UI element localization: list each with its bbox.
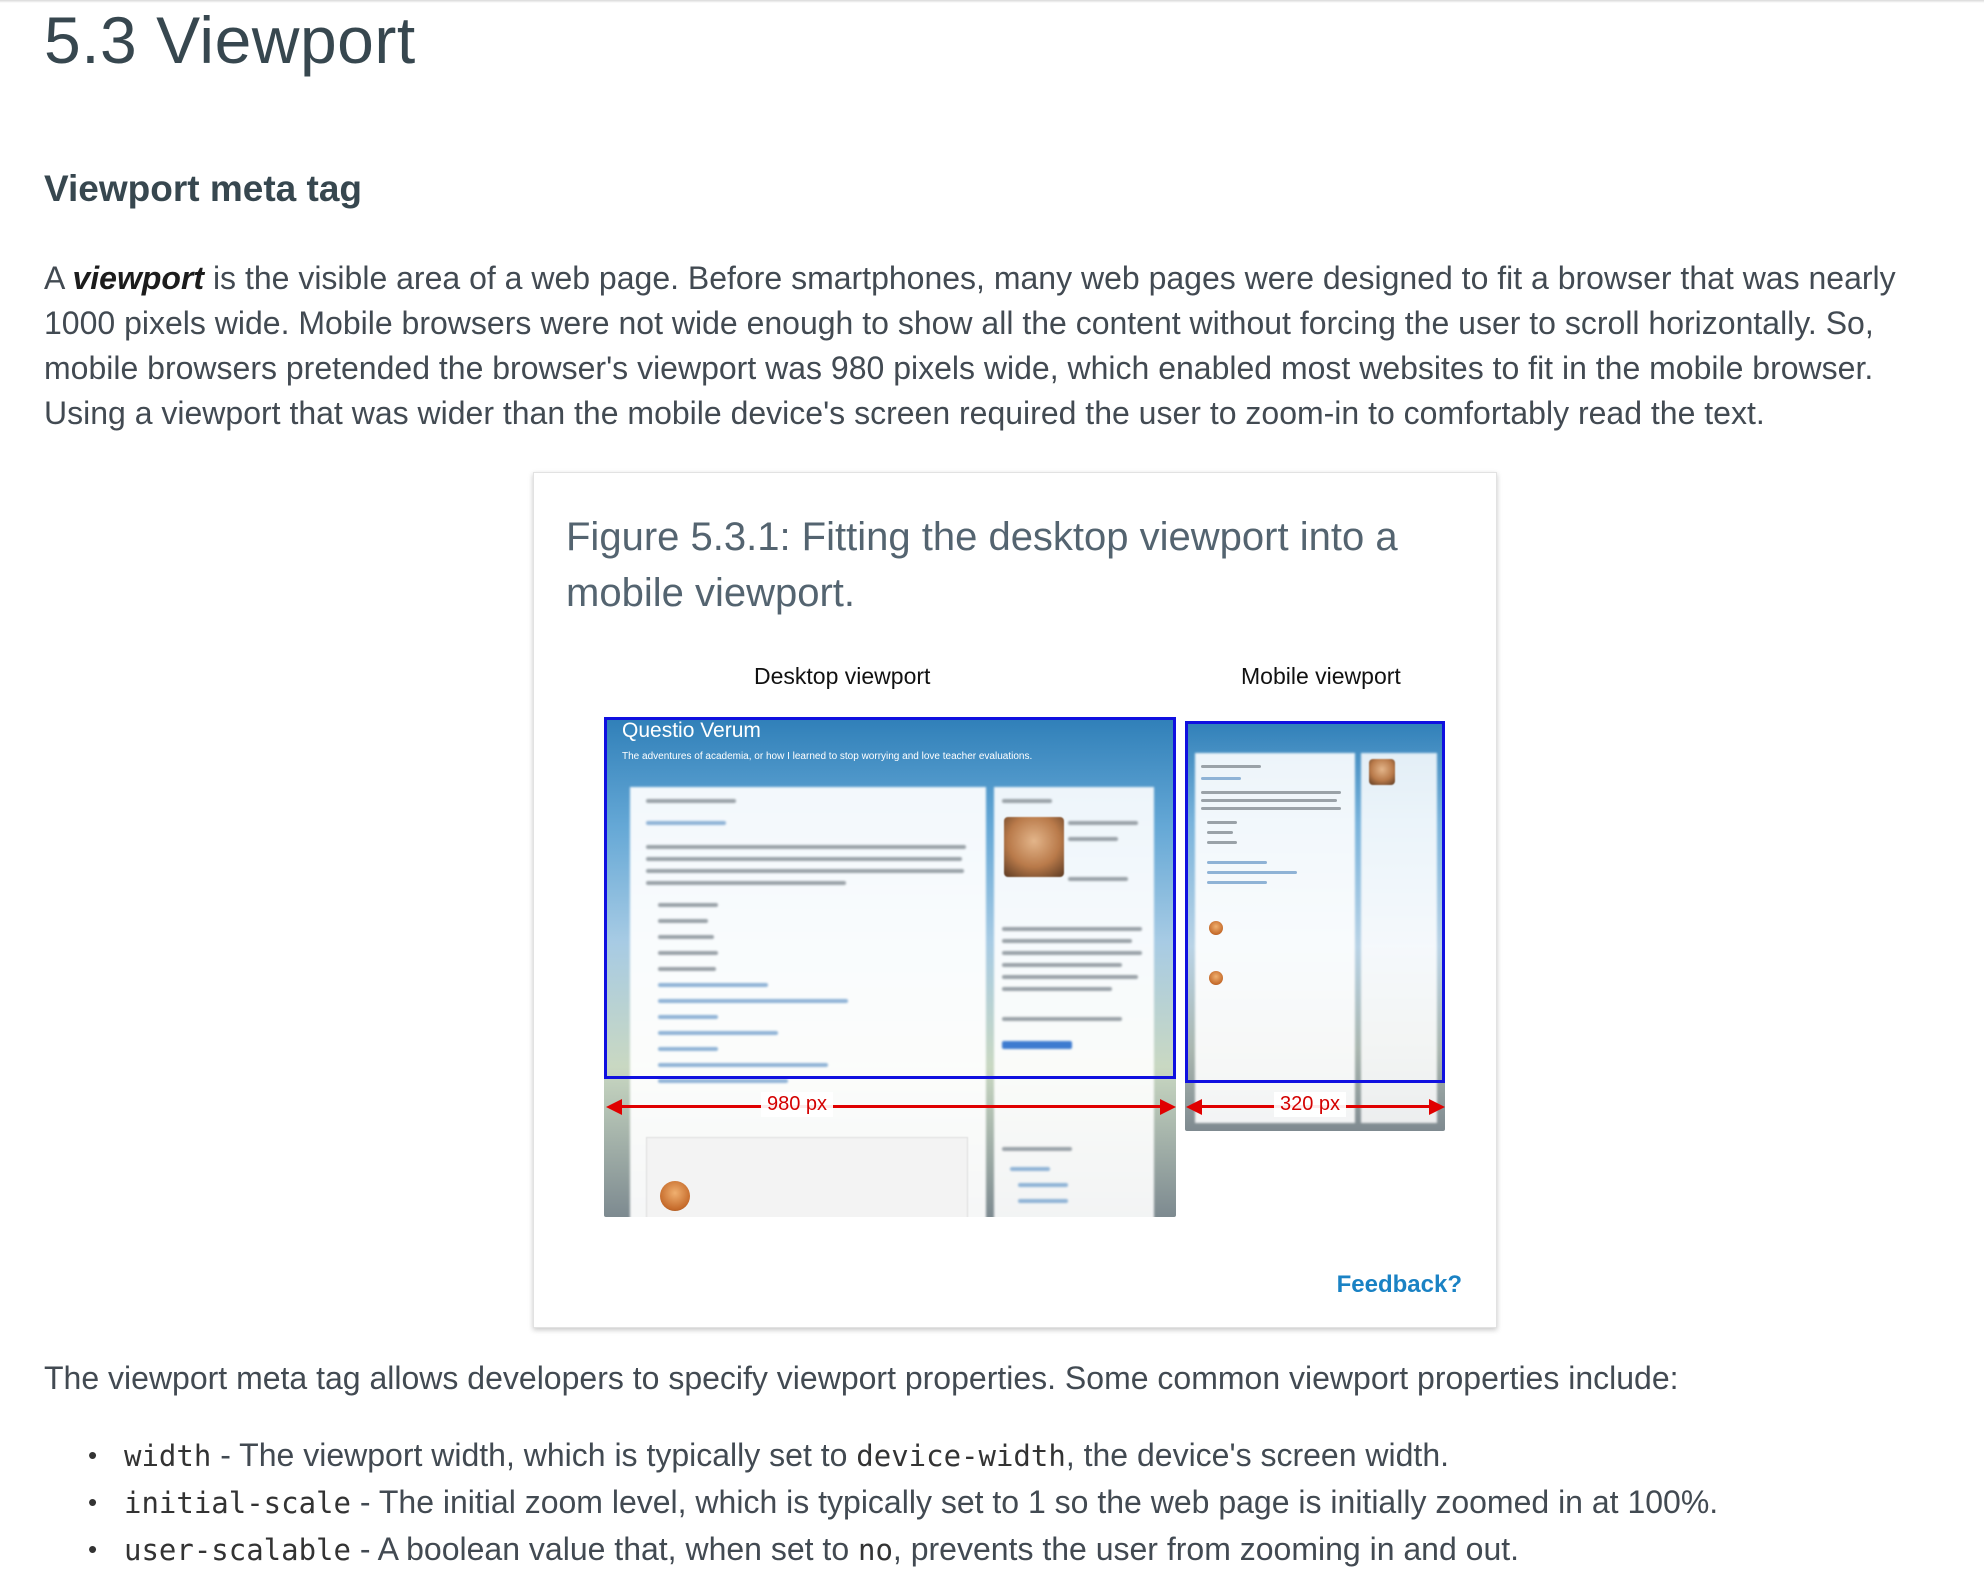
- property-description: - The viewport width, which is typically…: [211, 1437, 857, 1473]
- feedback-link[interactable]: Feedback?: [1337, 1271, 1462, 1299]
- desktop-arrow-left-head: [606, 1099, 622, 1115]
- mobile-arrow-left-head: [1186, 1099, 1202, 1115]
- subheading: Viewport meta tag: [44, 168, 363, 209]
- desktop-width-arrow: [620, 1105, 1160, 1108]
- property-name: user-scalable: [124, 1533, 351, 1567]
- viewport-properties-list: • width - The viewport width, which is ty…: [88, 1432, 1718, 1573]
- mobile-arrow-right-head: [1429, 1099, 1445, 1115]
- figure-card: Figure 5.3.1: Fitting the desktop viewpo…: [533, 472, 1497, 1328]
- list-item: • width - The viewport width, which is ty…: [88, 1432, 1718, 1479]
- desktop-width-label: 980 px: [761, 1092, 834, 1117]
- intro-lead-text: A: [44, 260, 73, 296]
- bullet-icon: •: [88, 1440, 98, 1470]
- figure-caption: Figure 5.3.1: Fitting the desktop viewpo…: [566, 515, 1398, 615]
- bullet-icon: •: [88, 1534, 98, 1564]
- mobile-width-label: 320 px: [1274, 1092, 1347, 1117]
- list-item: • initial-scale - The initial zoom level,…: [88, 1479, 1718, 1526]
- bullet-icon: •: [88, 1487, 98, 1517]
- mobile-viewport-label: Mobile viewport: [1241, 663, 1401, 689]
- property-description: - A boolean value that, when set to: [350, 1531, 858, 1567]
- commenter-avatar: [660, 1181, 690, 1211]
- comment-box: [646, 1137, 968, 1217]
- desktop-viewport-label: Desktop viewport: [754, 663, 931, 689]
- list-item: • user-scalable - A boolean value that, w…: [88, 1526, 1718, 1573]
- desktop-viewport-frame: [604, 717, 1176, 1079]
- intro-paragraph: A viewport is the visible area of a web …: [44, 256, 1944, 436]
- property-description-end: , prevents the user from zooming in and …: [892, 1531, 1520, 1567]
- property-name: width: [124, 1439, 212, 1473]
- property-name: initial-scale: [124, 1486, 351, 1520]
- section-title: 5.3 Viewport: [44, 3, 416, 77]
- properties-intro: The viewport meta tag allows developers …: [44, 1360, 1679, 1396]
- mobile-viewport-frame: [1185, 721, 1445, 1083]
- property-description-end: , the device's screen width.: [1065, 1437, 1449, 1473]
- property-description: - The initial zoom level, which is typic…: [350, 1484, 1719, 1520]
- term-viewport: viewport: [72, 260, 205, 296]
- property-value: no: [858, 1533, 893, 1567]
- desktop-arrow-right-head: [1160, 1099, 1176, 1115]
- intro-body-text: is the visible area of a web page. Befor…: [44, 260, 1896, 431]
- property-value: device-width: [856, 1439, 1066, 1473]
